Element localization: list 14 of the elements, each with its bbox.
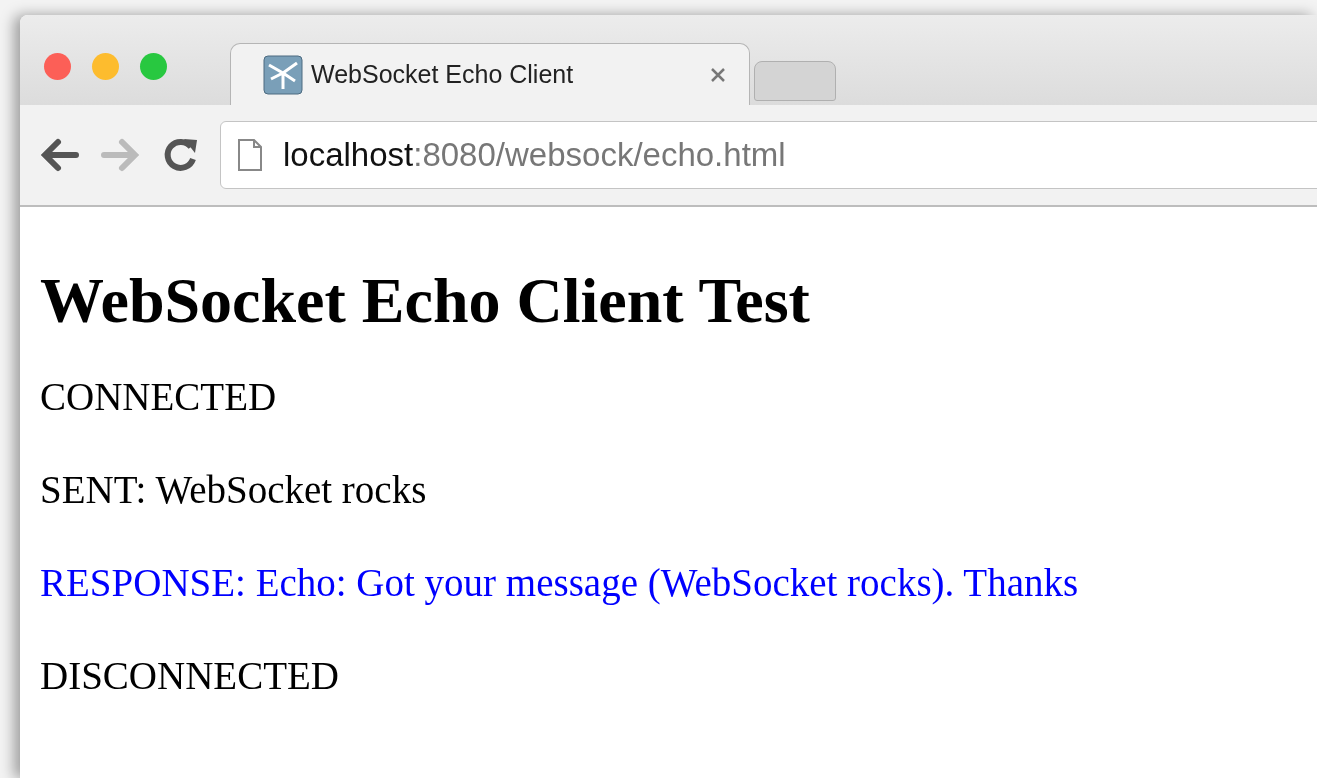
- favicon-icon: [263, 54, 303, 95]
- page-icon: [237, 138, 263, 172]
- status-message: CONNECTED: [40, 377, 278, 416]
- zoom-window-button[interactable]: [140, 53, 167, 80]
- close-tab-icon[interactable]: [709, 65, 727, 84]
- new-tab-button[interactable]: [754, 61, 836, 101]
- browser-tab[interactable]: WebSocket Echo Client: [230, 43, 750, 105]
- close-window-button[interactable]: [44, 53, 71, 80]
- back-button[interactable]: [40, 137, 80, 173]
- sent-message: SENT: WebSocket rocks: [40, 470, 428, 509]
- minimize-window-button[interactable]: [92, 53, 119, 80]
- status-message: DISCONNECTED: [40, 656, 340, 695]
- address-field[interactable]: localhost:8080/websock/echo.html: [220, 121, 1317, 189]
- page-heading: WebSocket Echo Client Test: [40, 269, 811, 333]
